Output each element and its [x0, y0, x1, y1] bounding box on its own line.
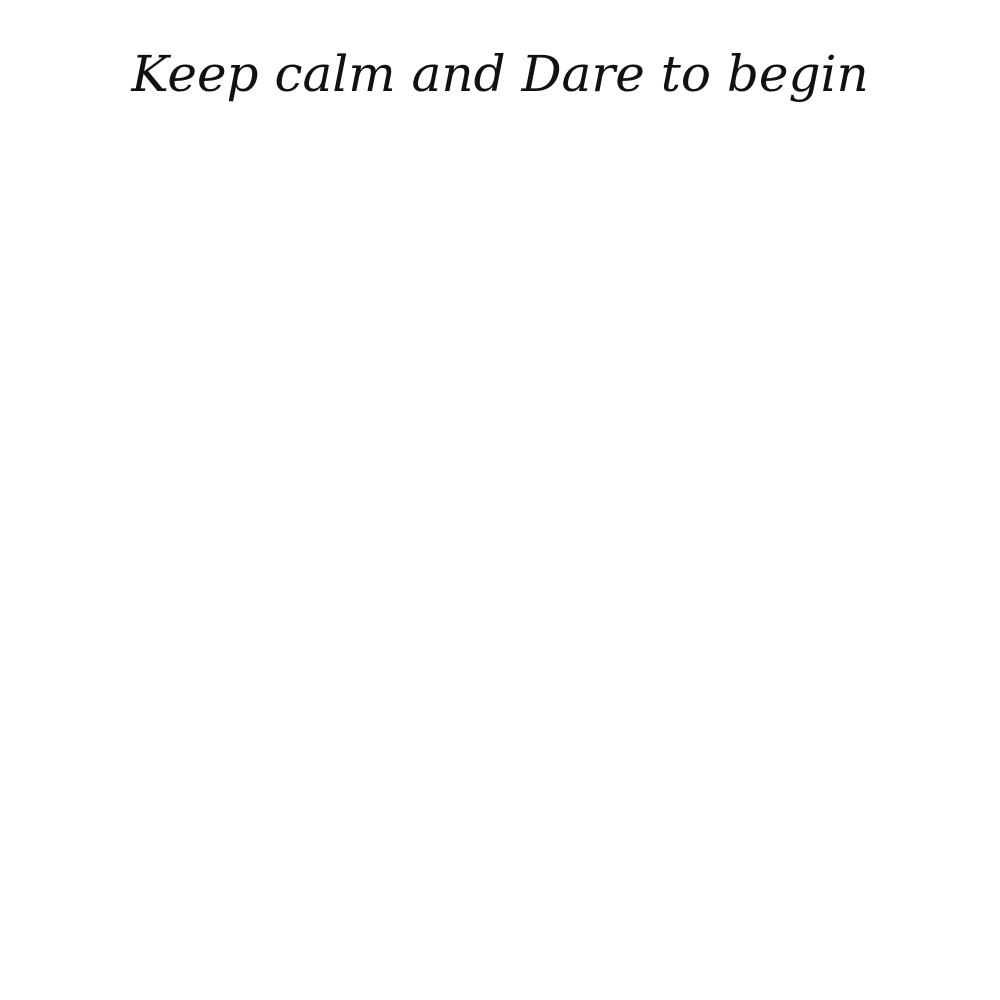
page-canvas: Keep calm and Dare to begin: [0, 0, 1000, 1000]
headline-text: Keep calm and Dare to begin: [131, 45, 869, 103]
